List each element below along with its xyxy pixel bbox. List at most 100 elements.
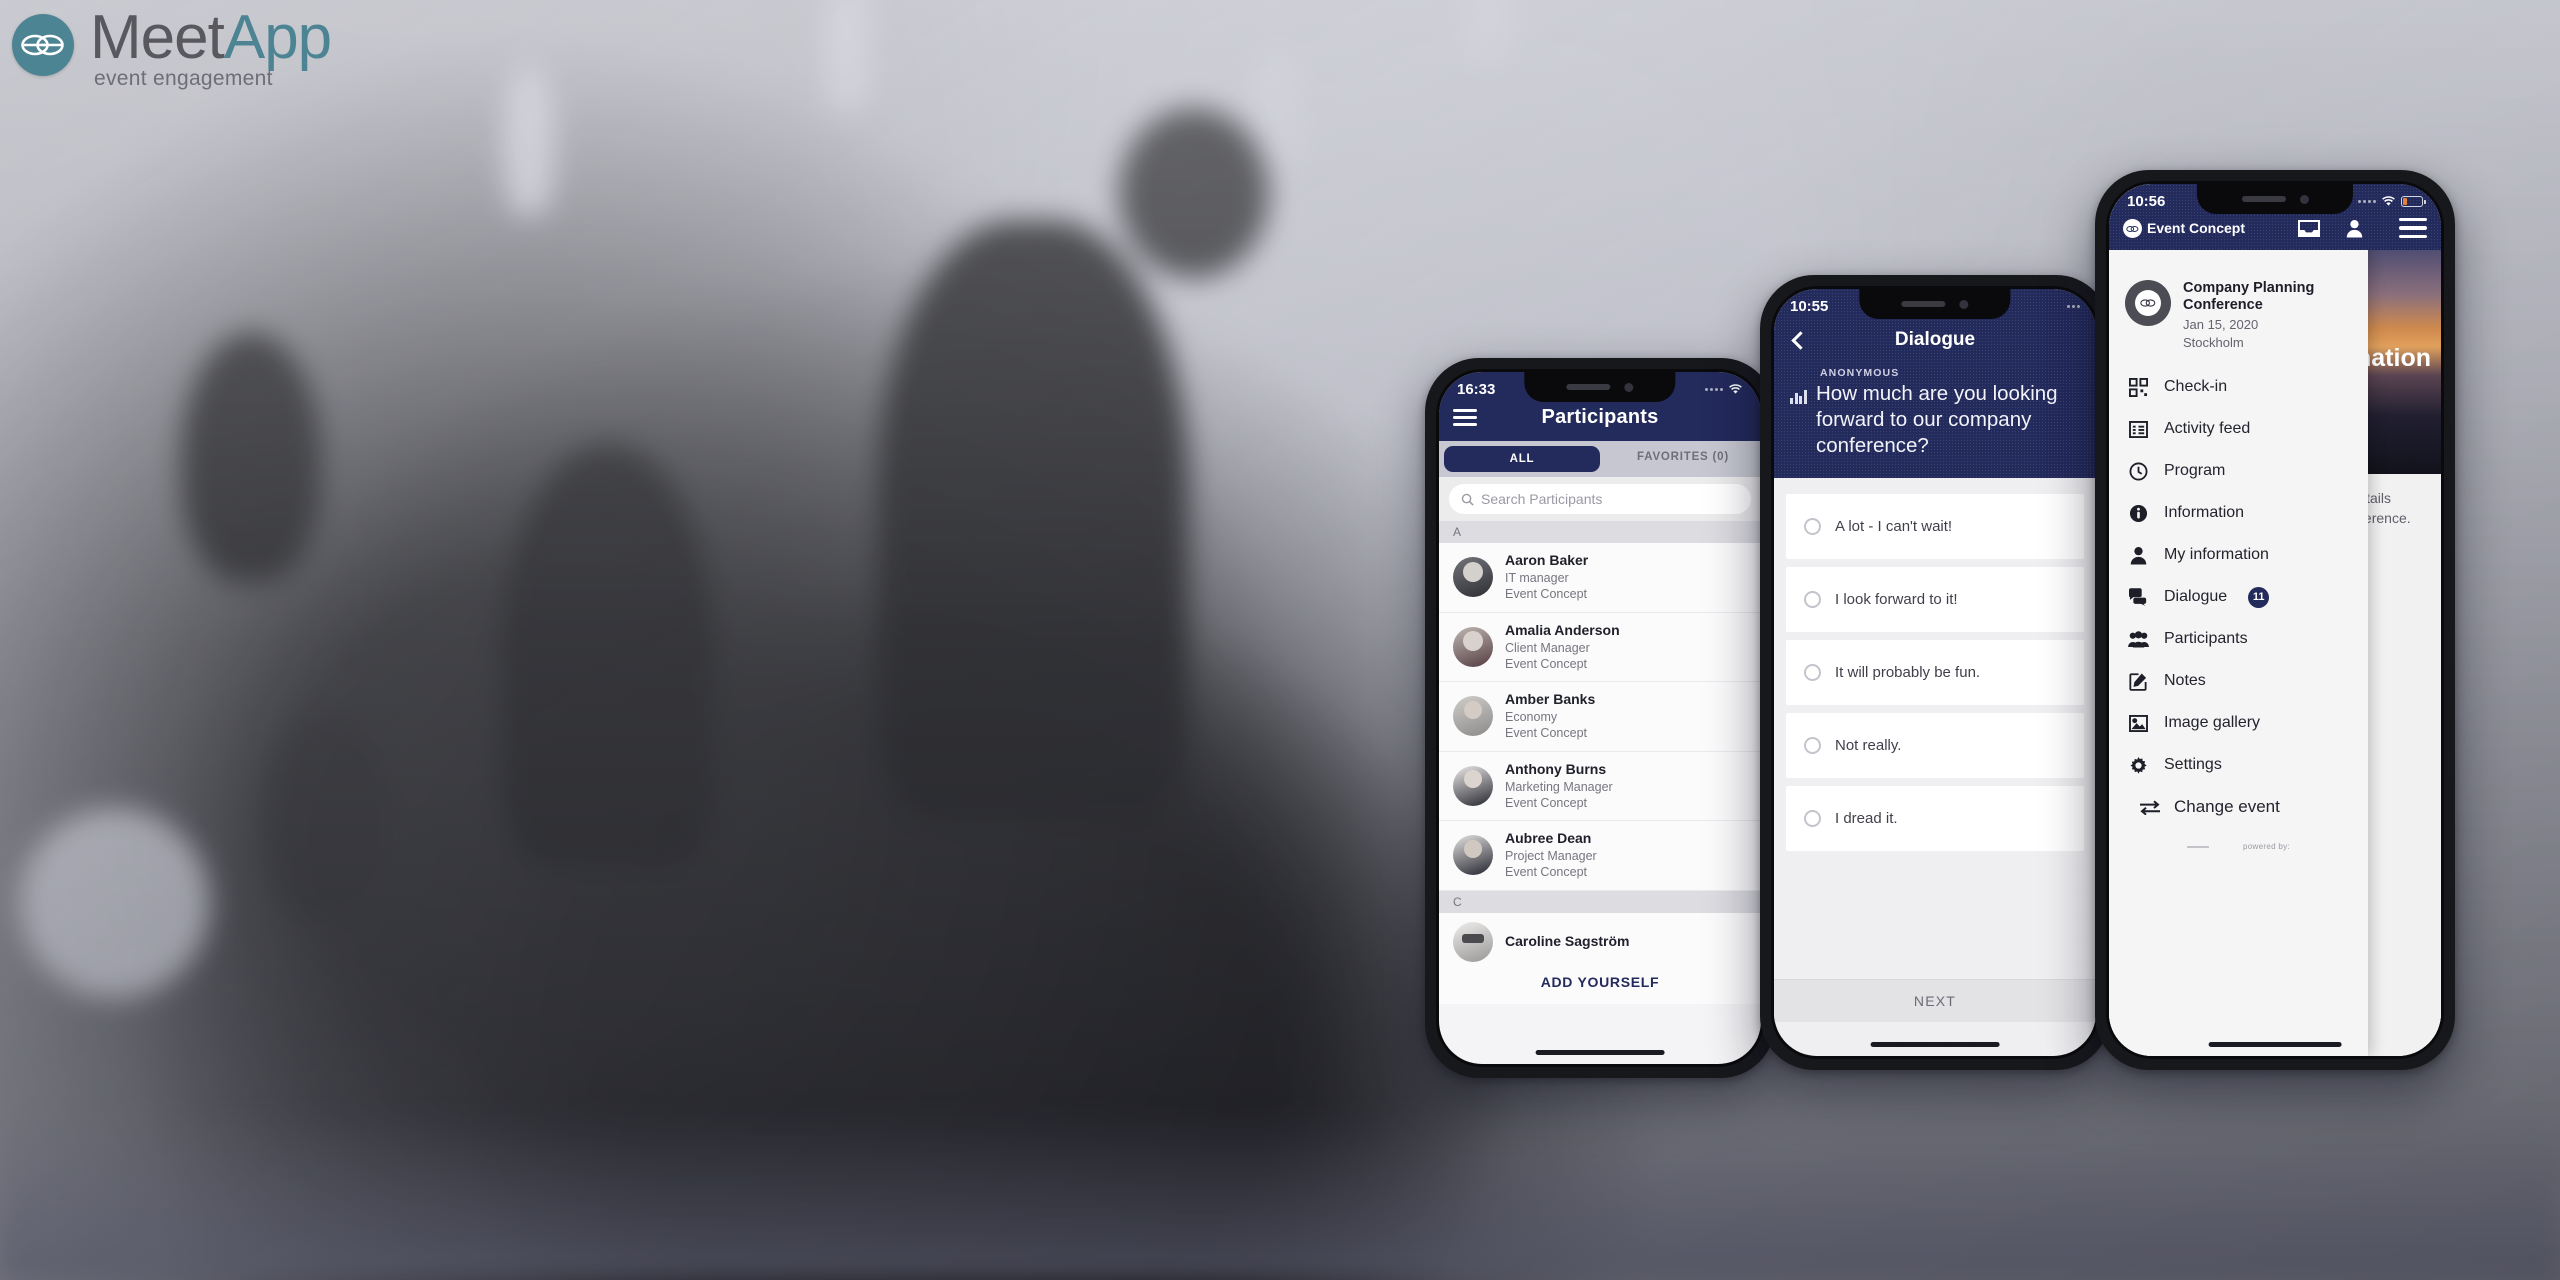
- poll-option[interactable]: Not really.: [1786, 712, 2084, 778]
- menu-item-label: Settings: [2164, 756, 2222, 774]
- feed-list-icon: [2127, 418, 2149, 440]
- hamburger-menu-icon[interactable]: [1453, 408, 1477, 427]
- tab-all[interactable]: ALL: [1444, 446, 1600, 472]
- menu-item-participants[interactable]: Participants: [2109, 618, 2368, 660]
- table-row[interactable]: Aaron Baker IT manager Event Concept: [1439, 543, 1761, 613]
- poll-option-label: I dread it.: [1835, 809, 1898, 827]
- avatar: [1453, 921, 1493, 962]
- poll-option[interactable]: A lot - I can't wait!: [1786, 493, 2084, 559]
- avatar: [1453, 696, 1493, 737]
- section-header-a: A: [1439, 521, 1761, 543]
- participant-role: Client Manager: [1505, 640, 1590, 655]
- poll-question-row: How much are you looking forward to our …: [1790, 381, 2080, 460]
- menu-item-notes[interactable]: Notes: [2109, 660, 2368, 702]
- search-input[interactable]: Search Participants: [1449, 484, 1751, 514]
- menu-item-label: My information: [2164, 546, 2269, 564]
- event-city: Stockholm: [2183, 335, 2244, 351]
- poll-option-label: A lot - I can't wait!: [1835, 517, 1953, 535]
- poll-option[interactable]: I dread it.: [1786, 785, 2084, 851]
- avatar: [1453, 765, 1493, 806]
- note-pencil-icon: [2127, 670, 2149, 692]
- phone-screen-participants: 16:33 Participants ALL FAVORITES (0) Sea…: [1439, 372, 1761, 1064]
- menu-item-label: Notes: [2164, 672, 2206, 690]
- participant-name: Aaron Baker: [1505, 552, 1589, 568]
- poll-author-label: ANONYMOUS: [1820, 367, 1900, 379]
- menu-item-label: Participants: [2164, 630, 2248, 648]
- poll-question: How much are you looking forward to our …: [1816, 382, 2058, 458]
- speaker-grille: [1901, 301, 1946, 307]
- phone-menu-drawer: My information Here in "My information" …: [2095, 170, 2455, 1070]
- radio-icon[interactable]: [1804, 517, 1821, 535]
- phone-notch: [1524, 372, 1676, 402]
- hamburger-menu-icon[interactable]: [2399, 218, 2427, 238]
- participant-role: IT manager: [1505, 571, 1569, 585]
- poll-option-label: It will probably be fun.: [1835, 663, 1981, 681]
- phone-bezel: My information Here in "My information" …: [2106, 181, 2444, 1059]
- menu-item-dialogue[interactable]: Dialogue 11: [2109, 576, 2368, 618]
- table-row[interactable]: Amalia Anderson Client Manager Event Con…: [1439, 612, 1761, 682]
- home-indicator: [2208, 1042, 2342, 1047]
- poll-option-label: I look forward to it!: [1835, 590, 1958, 608]
- menu-item-label: Information: [2164, 504, 2245, 522]
- menu-item-label: Image gallery: [2164, 714, 2261, 732]
- participant-company: Event Concept: [1505, 865, 1587, 880]
- poll-option[interactable]: It will probably be fun.: [1786, 639, 2084, 705]
- table-row[interactable]: Caroline Sagström: [1439, 912, 1761, 964]
- menu-item-activity-feed[interactable]: Activity feed: [2109, 408, 2368, 450]
- status-time: 10:56: [2127, 192, 2166, 210]
- meetapp-logo-mark-icon: [12, 14, 74, 76]
- front-camera: [1624, 382, 1634, 392]
- participants-tabs: ALL FAVORITES (0): [1439, 441, 1761, 477]
- chat-bubbles-icon: [2127, 586, 2149, 608]
- participant-name: Caroline Sagström: [1505, 932, 1630, 949]
- status-time: 10:55: [1790, 297, 1829, 315]
- participant-company: Event Concept: [1505, 795, 1587, 810]
- menu-item-my-information[interactable]: My information: [2109, 534, 2368, 576]
- avatar: [1453, 626, 1493, 667]
- table-row[interactable]: Amber Banks Economy Event Concept: [1439, 682, 1761, 752]
- next-button[interactable]: NEXT: [1774, 979, 2096, 1022]
- gear-icon: [2127, 754, 2149, 776]
- event-summary[interactable]: Company Planning Conference Jan 15, 2020…: [2109, 268, 2368, 366]
- powered-by-text: powered by:: [2243, 842, 2290, 852]
- radio-icon[interactable]: [1804, 663, 1821, 681]
- status-time: 16:33: [1457, 380, 1496, 398]
- image-icon: [2127, 712, 2149, 734]
- inbox-icon[interactable]: [2298, 219, 2320, 237]
- poll-options: A lot - I can't wait! I look forward to …: [1774, 478, 2096, 851]
- wifi-icon: [2382, 195, 2395, 206]
- menu-item-label: Check-in: [2164, 378, 2228, 396]
- menu-item-image-gallery[interactable]: Image gallery: [2109, 702, 2368, 744]
- participant-company: Event Concept: [1505, 587, 1587, 602]
- radio-icon[interactable]: [1804, 590, 1821, 608]
- add-yourself-button[interactable]: ADD YOURSELF: [1439, 963, 1761, 1004]
- person-icon[interactable]: [2346, 219, 2363, 238]
- table-row[interactable]: Aubree Dean Project Manager Event Concep…: [1439, 821, 1761, 891]
- event-concept-brand[interactable]: Event Concept: [2123, 218, 2245, 238]
- change-event-button[interactable]: Change event: [2109, 786, 2368, 828]
- menu-item-settings[interactable]: Settings: [2109, 744, 2368, 786]
- event-title: Company Planning Conference: [2183, 280, 2315, 314]
- swap-arrows-icon: [2139, 796, 2161, 818]
- radio-icon[interactable]: [1804, 736, 1821, 754]
- radio-icon[interactable]: [1804, 809, 1821, 827]
- tab-favorites[interactable]: FAVORITES (0): [1605, 441, 1761, 477]
- menu-navbar: Event Concept: [2109, 218, 2441, 250]
- menu-item-label: Program: [2164, 462, 2226, 480]
- participant-company: Event Concept: [1505, 656, 1587, 671]
- section-header-c: C: [1439, 890, 1761, 913]
- menu-item-check-in[interactable]: Check-in: [2109, 366, 2368, 408]
- front-camera: [1959, 299, 1969, 309]
- battery-low-icon: [2401, 195, 2426, 207]
- event-concept-logo-icon: [2123, 218, 2142, 238]
- dialogue-navbar: Dialogue: [1790, 323, 2080, 357]
- menu-item-information[interactable]: Information: [2109, 492, 2368, 534]
- info-circle-icon: [2127, 502, 2149, 524]
- phone-bezel: 16:33 Participants ALL FAVORITES (0) Sea…: [1436, 369, 1764, 1067]
- poll-option[interactable]: I look forward to it!: [1786, 566, 2084, 632]
- menu-item-label: Dialogue: [2164, 588, 2228, 606]
- table-row[interactable]: Anthony Burns Marketing Manager Event Co…: [1439, 751, 1761, 821]
- menu-item-program[interactable]: Program: [2109, 450, 2368, 492]
- participant-company: Event Concept: [1505, 726, 1587, 741]
- phone-notch: [1859, 289, 2011, 319]
